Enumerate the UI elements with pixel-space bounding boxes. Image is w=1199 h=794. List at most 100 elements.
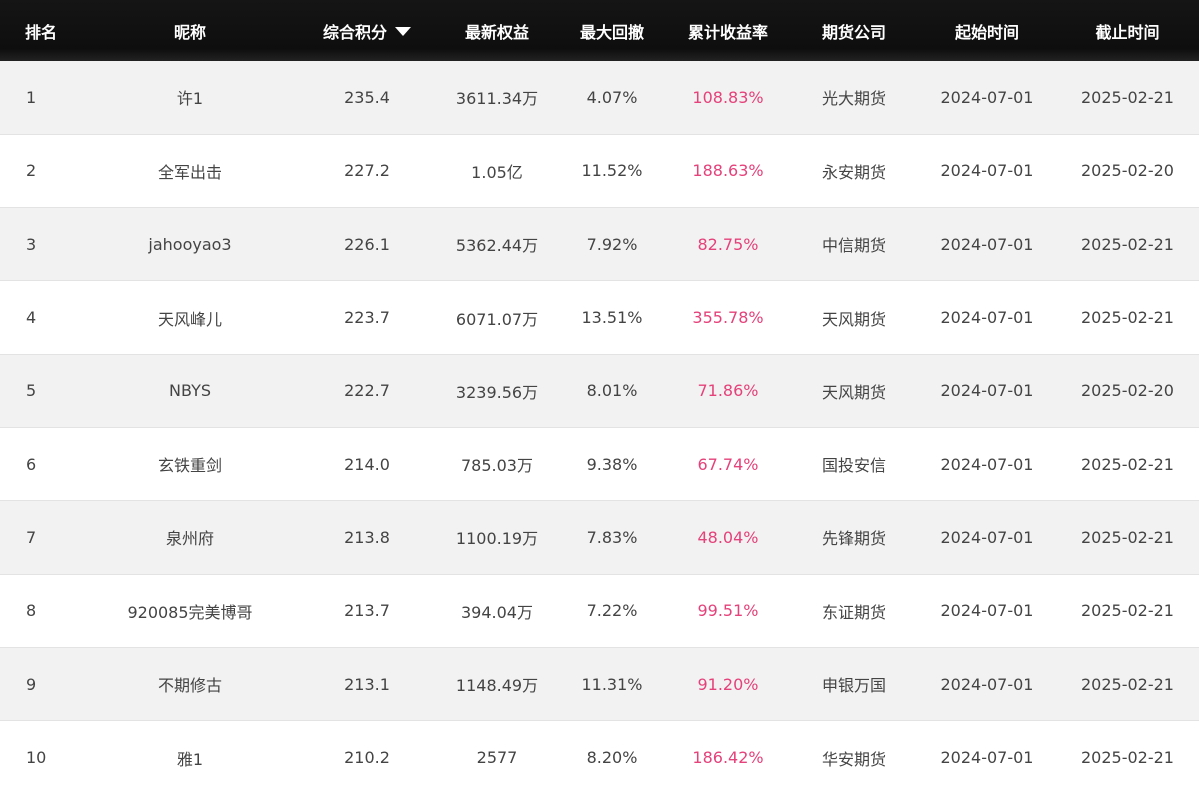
table-row[interactable]: 8 920085完美博哥 213.7 394.04万 7.22% 99.51% 东证期货 20… xyxy=(0,573,1199,648)
return-cell: 99.51% xyxy=(666,573,790,648)
rank-cell: 10 xyxy=(0,720,82,794)
return-cell: 355.78% xyxy=(666,280,790,355)
table-row[interactable]: 5 NBYS 222.7 3239.56万 8.01% 71.86% 天风期货 2024-07… xyxy=(0,353,1199,428)
triangle-down-icon[interactable] xyxy=(395,26,411,36)
nickname-cell[interactable]: 泉州府 xyxy=(82,500,298,575)
drawdown-cell: 11.52% xyxy=(558,133,666,208)
equity-cell: 785.03万 xyxy=(436,426,558,501)
company-cell: 天风期货 xyxy=(790,353,918,428)
nickname-cell[interactable]: 全军出击 xyxy=(82,133,298,208)
start-date-cell: 2024-07-01 xyxy=(918,207,1056,281)
nickname-cell[interactable]: 许1 xyxy=(82,61,298,134)
equity-cell: 394.04万 xyxy=(436,573,558,648)
header-start[interactable]: 起始时间 xyxy=(918,0,1056,61)
drawdown-cell: 7.83% xyxy=(558,500,666,575)
score-cell: 214.0 xyxy=(298,426,436,501)
end-date-cell: 2025-02-21 xyxy=(1056,573,1199,648)
company-cell: 国投安信 xyxy=(790,426,918,501)
return-cell: 71.86% xyxy=(666,353,790,428)
score-cell: 213.8 xyxy=(298,500,436,575)
rank-cell: 8 xyxy=(0,573,82,648)
company-cell: 光大期货 xyxy=(821,89,886,109)
nickname-cell[interactable]: 天风峰儿 xyxy=(82,280,298,355)
table-row[interactable]: 6 玄铁重剑 214.0 785.03万 9.38% 67.74% 国投安信 2024-07-… xyxy=(0,426,1199,501)
table-row[interactable]: 4 天风峰儿 223.7 6071.07万 13.51% 355.78% 天风期货 2024-… xyxy=(0,280,1199,355)
table-row[interactable]: 7 泉州府 213.8 1100.19万 7.83% 48.04% 先锋期货 2024-07-… xyxy=(0,500,1199,575)
company-cell: 天风期货 xyxy=(790,280,918,355)
table-row[interactable]: 10 雅1 210.2 2577 8.20% 186.42% 华安期货 2024-07-01 2… xyxy=(0,720,1199,794)
score-cell: 213.7 xyxy=(298,573,436,648)
end-date-cell: 2025-02-21 xyxy=(1056,280,1199,355)
equity-cell: 3239.56万 xyxy=(436,353,558,428)
return-cell: 108.83% xyxy=(692,87,764,107)
nickname-cell[interactable]: 雅1 xyxy=(82,720,298,794)
rank-cell: 5 xyxy=(0,353,82,428)
table-header: 排名 昵称 综合积分 最新权益 最大回撤 累计收益率 期货公司 起始时间 截止时… xyxy=(0,0,1199,61)
rank-cell: 4 xyxy=(0,280,82,355)
return-cell: 91.20% xyxy=(666,646,790,721)
score-cell: 227.2 xyxy=(298,133,436,208)
nickname-cell[interactable]: 不期修古 xyxy=(82,646,298,721)
equity-cell: 5362.44万 xyxy=(436,207,558,281)
drawdown-cell: 8.01% xyxy=(558,353,666,428)
equity-cell: 2577 xyxy=(436,720,558,794)
ranking-table: 排名 昵称 综合积分 最新权益 最大回撤 累计收益率 期货公司 起始时间 截止时… xyxy=(0,0,1199,794)
end-date-cell: 2025-02-21 xyxy=(1056,646,1199,721)
nickname-cell[interactable]: 920085完美博哥 xyxy=(82,573,298,648)
header-company[interactable]: 期货公司 xyxy=(790,0,918,61)
score-cell: 235.4 xyxy=(344,87,390,107)
start-date-cell: 2024-07-01 xyxy=(940,87,1034,107)
header-rank[interactable]: 排名 xyxy=(0,0,82,61)
header-row: 排名 昵称 综合积分 最新权益 最大回撤 累计收益率 期货公司 起始时间 截止时… xyxy=(0,0,1199,61)
return-cell: 82.75% xyxy=(666,207,790,281)
header-equity[interactable]: 最新权益 xyxy=(436,0,558,61)
start-date-cell: 2024-07-01 xyxy=(918,573,1056,648)
rank-cell: 2 xyxy=(0,133,82,208)
table-row[interactable]: 1 许1 235.4 3611.34万 4.07% 108.83% 光大期货 2024-07-… xyxy=(0,61,1199,135)
table-row[interactable]: 9 不期修古 213.1 1148.49万 11.31% 91.20% 申银万国 2024-0… xyxy=(0,646,1199,721)
drawdown-cell: 13.51% xyxy=(558,280,666,355)
header-drawdown[interactable]: 最大回撤 xyxy=(558,0,666,61)
rank-cell: 6 xyxy=(0,426,82,501)
start-date-cell: 2024-07-01 xyxy=(918,720,1056,794)
score-cell: 213.1 xyxy=(298,646,436,721)
end-date-cell: 2025-02-21 xyxy=(1081,87,1174,107)
end-date-cell: 2025-02-21 xyxy=(1056,720,1199,794)
score-cell: 226.1 xyxy=(298,207,436,281)
header-score-label: 综合积分 xyxy=(322,22,387,42)
nickname-cell[interactable]: 玄铁重剑 xyxy=(82,426,298,501)
equity-cell: 1.05亿 xyxy=(436,133,558,208)
start-date-cell: 2024-07-01 xyxy=(918,353,1056,428)
header-return[interactable]: 累计收益率 xyxy=(666,0,790,61)
header-score[interactable]: 综合积分 xyxy=(298,0,436,61)
nickname-cell[interactable]: jahooyao3 xyxy=(82,207,298,281)
header-end[interactable]: 截止时间 xyxy=(1056,0,1199,61)
drawdown-cell: 4.07% xyxy=(586,87,638,107)
start-date-cell: 2024-07-01 xyxy=(918,646,1056,721)
return-cell: 186.42% xyxy=(666,720,790,794)
return-cell: 67.74% xyxy=(666,426,790,501)
start-date-cell: 2024-07-01 xyxy=(918,280,1056,355)
start-date-cell: 2024-07-01 xyxy=(918,500,1056,575)
company-cell: 申银万国 xyxy=(790,646,918,721)
nickname-cell[interactable]: NBYS xyxy=(82,353,298,428)
start-date-cell: 2024-07-01 xyxy=(918,426,1056,501)
drawdown-cell: 11.31% xyxy=(558,646,666,721)
drawdown-cell: 7.22% xyxy=(558,573,666,648)
score-cell: 223.7 xyxy=(298,280,436,355)
equity-cell: 1148.49万 xyxy=(436,646,558,721)
table-row[interactable]: 2 全军出击 227.2 1.05亿 11.52% 188.63% 永安期货 2024-07-… xyxy=(0,133,1199,208)
rank-cell: 1 xyxy=(26,87,37,107)
company-cell: 先锋期货 xyxy=(790,500,918,575)
table-row[interactable]: 3 jahooyao3 226.1 5362.44万 7.92% 82.75% 中信期货 20… xyxy=(0,207,1199,281)
drawdown-cell: 8.20% xyxy=(558,720,666,794)
company-cell: 华安期货 xyxy=(790,720,918,794)
score-cell: 222.7 xyxy=(298,353,436,428)
score-cell: 210.2 xyxy=(298,720,436,794)
drawdown-cell: 7.92% xyxy=(558,207,666,281)
header-nickname[interactable]: 昵称 xyxy=(82,0,298,61)
rank-cell: 9 xyxy=(0,646,82,721)
return-cell: 188.63% xyxy=(666,133,790,208)
rank-cell: 3 xyxy=(0,207,82,281)
table-body: 1 许1 235.4 3611.34万 4.07% 108.83% 光大期货 2024-07-… xyxy=(0,61,1199,794)
